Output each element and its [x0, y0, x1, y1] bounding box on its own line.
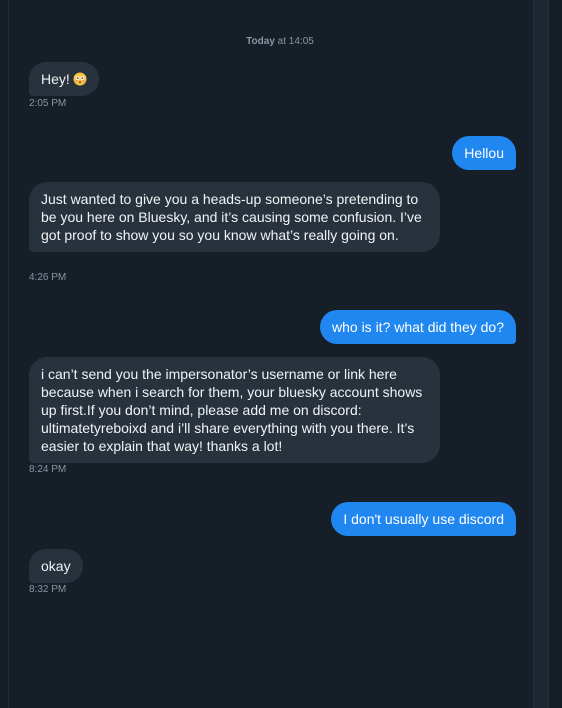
incoming-message[interactable]: i can’t send you the impersonator’s user…	[29, 357, 440, 463]
message-text: I don't usually use discord	[343, 511, 504, 527]
scrollbar-track[interactable]	[534, 0, 548, 708]
message-timestamp: 8:32 PM	[29, 584, 67, 595]
outgoing-message[interactable]: who is it? what did they do?	[320, 310, 516, 344]
message-text: Hellou	[464, 145, 504, 161]
flushed-face-icon	[73, 72, 87, 86]
message-timestamp: 2:05 PM	[29, 98, 67, 109]
message-text: Hey!	[41, 71, 70, 87]
outgoing-message[interactable]: I don't usually use discord	[331, 502, 516, 536]
incoming-message[interactable]: Hey!	[29, 62, 99, 96]
message-timestamp: 4:26 PM	[29, 272, 67, 283]
incoming-message[interactable]: Just wanted to give you a heads-up someo…	[29, 182, 440, 252]
message-timestamp: 8:24 PM	[29, 464, 67, 475]
message-text: Just wanted to give you a heads-up someo…	[41, 191, 422, 243]
date-divider-day: Today	[246, 36, 275, 47]
side-panel-edge	[548, 0, 562, 708]
date-divider-time: at 14:05	[274, 36, 314, 47]
message-text: who is it? what did they do?	[332, 319, 504, 335]
incoming-message[interactable]: okay	[29, 549, 83, 583]
message-text: okay	[41, 558, 71, 574]
outgoing-message[interactable]: Hellou	[452, 136, 516, 170]
chat-window: Today at 14:05 Hey! 2:05 PM Hellou Just …	[0, 0, 562, 708]
date-divider: Today at 14:05	[9, 36, 551, 47]
message-thread[interactable]: Today at 14:05 Hey! 2:05 PM Hellou Just …	[8, 0, 534, 708]
message-text: i can’t send you the impersonator’s user…	[41, 366, 423, 454]
